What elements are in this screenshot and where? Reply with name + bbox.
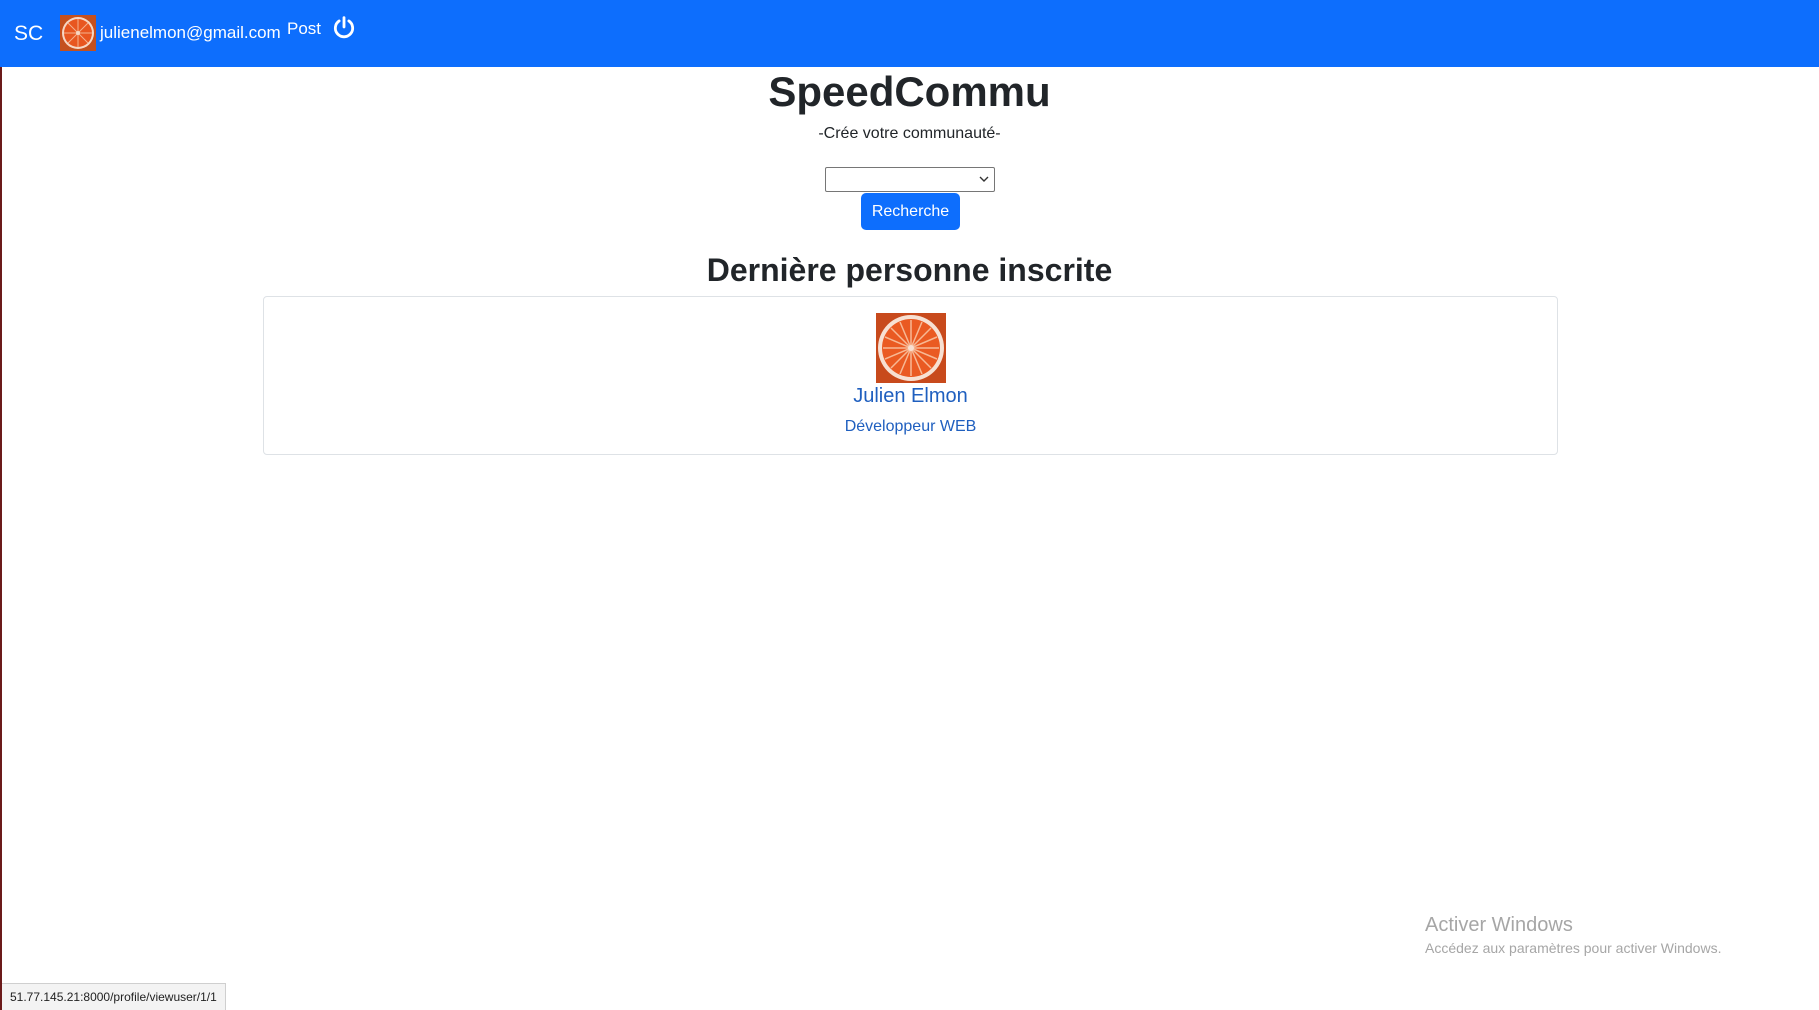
latest-user-avatar[interactable]: [876, 313, 946, 383]
post-link[interactable]: Post: [287, 19, 321, 39]
top-navbar: SC julienelmon@gmail.com Post: [0, 0, 1819, 67]
site-title: SpeedCommu: [768, 68, 1051, 115]
user-email: julienelmon@gmail.com: [100, 23, 281, 42]
brand-link[interactable]: SC: [14, 22, 43, 46]
latest-user-heading: Dernière personne inscrite: [706, 252, 1113, 288]
latest-user-card: Julien Elmon Développeur WEB: [263, 296, 1558, 455]
latest-user-name-link[interactable]: Julien Elmon: [264, 385, 1557, 408]
site-tagline: -Crée votre communauté-: [818, 125, 1001, 142]
user-avatar: [60, 15, 96, 51]
windows-activation-title: Activer Windows: [1425, 914, 1573, 936]
windows-activation-subtitle: Accédez aux paramètres pour activer Wind…: [1425, 940, 1722, 956]
search-button[interactable]: Recherche: [861, 193, 960, 230]
status-bar-url: 51.77.145.21:8000/profile/viewuser/1/1: [2, 983, 226, 1010]
power-icon[interactable]: [331, 15, 357, 41]
latest-user-role: Développeur WEB: [844, 418, 977, 435]
community-select[interactable]: [825, 167, 995, 192]
user-profile-link[interactable]: julienelmon@gmail.com: [60, 15, 281, 51]
chevron-down-icon: [979, 176, 989, 182]
window-edge: [0, 0, 2, 1010]
